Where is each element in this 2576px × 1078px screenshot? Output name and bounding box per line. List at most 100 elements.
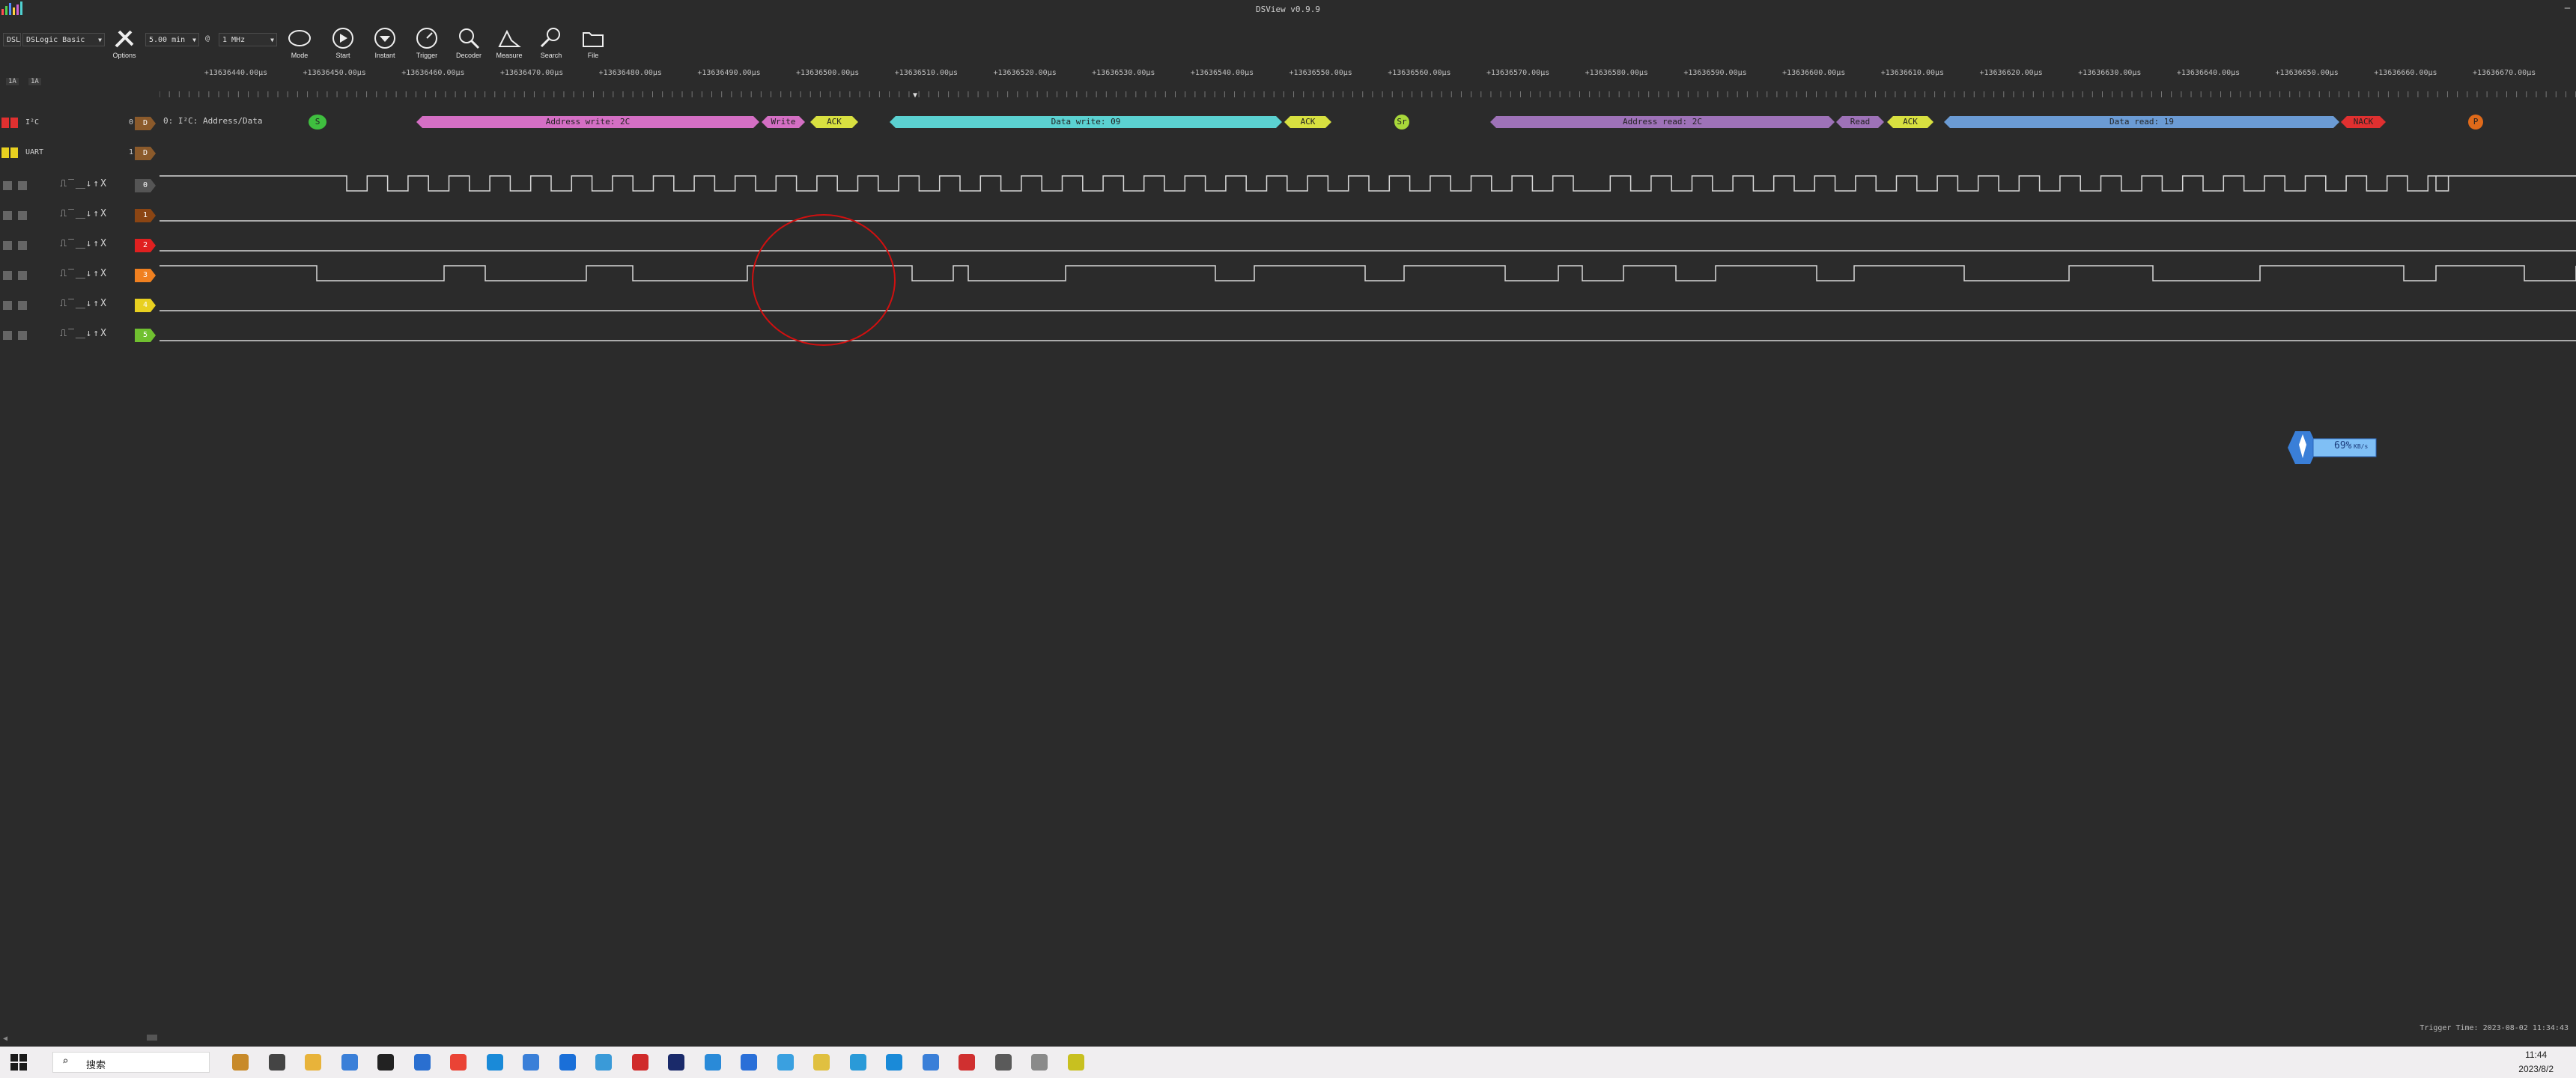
duration-select[interactable]: 5.00 min ▼ <box>145 33 199 46</box>
taskbar-app-icon[interactable] <box>232 1054 249 1071</box>
taskbar-app-icon[interactable] <box>994 1054 1012 1071</box>
taskbar-app-icon[interactable] <box>341 1054 358 1071</box>
i2c-annotation[interactable]: NACK <box>2341 116 2386 128</box>
channel-handle[interactable] <box>3 271 12 280</box>
cursor-marker-icon[interactable]: ▼ <box>913 91 917 100</box>
decoder-row-i2c[interactable]: I²C 0 D <box>0 116 160 131</box>
chevron-down-icon: ▼ <box>98 37 102 43</box>
sidebar-toggle-b[interactable]: 1A <box>28 78 41 85</box>
channel-probe-icon[interactable] <box>18 301 27 310</box>
taskbar-search-placeholder: 搜索 <box>86 1059 106 1071</box>
taskbar-app-icon[interactable] <box>1067 1054 1084 1071</box>
taskbar-app-icon[interactable] <box>450 1054 467 1071</box>
time-ruler[interactable]: +13636440.00μs +13636450.00μs +13636460.00… <box>160 69 2576 102</box>
decoder-name: UART <box>25 148 44 156</box>
decoder-icon <box>459 28 480 49</box>
scroll-left-icon[interactable]: ◀ <box>3 1035 7 1043</box>
ruler-tick-label: +13636440.00μs <box>204 69 268 77</box>
trigger-edge-icons[interactable]: ⎍‾⎽↓↑X <box>60 298 108 309</box>
channel-probe-icon[interactable] <box>18 271 27 280</box>
start-button[interactable]: Start <box>322 25 364 61</box>
i2c-annotation[interactable]: Read <box>1836 116 1884 128</box>
waveform-view[interactable] <box>160 168 2576 348</box>
i2c-marker-s[interactable]: S <box>309 115 326 130</box>
trigger-edge-icons[interactable]: ⎍‾⎽↓↑X <box>60 178 108 189</box>
taskbar-search-input[interactable]: ⌕ 搜索 <box>52 1052 210 1073</box>
i2c-annotation[interactable]: ACK <box>1284 116 1331 128</box>
i2c-annotation[interactable]: ACK <box>1887 116 1933 128</box>
i2c-annotation[interactable]: ACK <box>810 116 858 128</box>
ruler-tick-label: +13636490.00μs <box>697 69 761 77</box>
i2c-annotation[interactable]: Data read: 19 <box>1944 116 2339 128</box>
taskbar-app-icon[interactable] <box>741 1054 757 1071</box>
channel-handle[interactable] <box>3 301 12 310</box>
decoder-color-swatch <box>10 147 18 158</box>
i2c-marker-p[interactable]: P <box>2468 115 2483 130</box>
i2c-annotation[interactable]: Write <box>762 116 805 128</box>
i2c-annotation[interactable]: Address read: 2C <box>1490 116 1835 128</box>
trigger-edge-icons[interactable]: ⎍‾⎽↓↑X <box>60 208 108 219</box>
measure-button[interactable]: Measure <box>488 25 530 61</box>
sidebar-toggle-a[interactable]: 1A <box>6 78 19 85</box>
taskbar-app-icon[interactable] <box>704 1054 721 1071</box>
taskbar-app-icon[interactable] <box>595 1054 612 1071</box>
speed-percent: 69% <box>2334 440 2352 451</box>
taskbar-clock[interactable]: 11:44 2023/8/2 <box>2518 1048 2554 1077</box>
decoder-row-uart[interactable]: UART 1 D <box>0 146 160 161</box>
taskbar-app-icon[interactable] <box>959 1054 975 1071</box>
instant-button[interactable]: Instant <box>364 25 406 61</box>
trigger-edge-icons[interactable]: ⎍‾⎽↓↑X <box>60 238 108 249</box>
channel-probe-icon[interactable] <box>18 331 27 340</box>
taskbar-app-icon[interactable] <box>559 1054 576 1071</box>
channel-probe-icon[interactable] <box>18 241 27 250</box>
channel-row-0[interactable]: ⎍‾⎽↓↑X 0 <box>0 177 160 195</box>
taskbar-app-icon[interactable] <box>523 1054 539 1071</box>
channel-probe-icon[interactable] <box>18 181 27 190</box>
decoder-button[interactable]: Decoder <box>448 25 490 61</box>
channel-handle[interactable] <box>3 181 12 190</box>
network-speed-widget[interactable]: 69% KB/s <box>2288 427 2378 469</box>
taskbar-app-icon[interactable] <box>849 1054 866 1071</box>
taskbar-app-icon[interactable] <box>668 1054 684 1071</box>
channel-probe-icon[interactable] <box>18 211 27 220</box>
clock-time: 11:44 <box>2525 1050 2548 1060</box>
channel-handle[interactable] <box>3 331 12 340</box>
mode-button[interactable]: Mode <box>279 25 321 61</box>
taskbar-app-icon[interactable] <box>922 1054 939 1071</box>
channel-row-3[interactable]: ⎍‾⎽↓↑X 3 <box>0 267 160 284</box>
decoder-color-swatch <box>1 118 9 128</box>
taskbar-app-icon[interactable] <box>377 1054 394 1071</box>
taskbar-app-icon[interactable] <box>631 1054 648 1071</box>
channel-handle[interactable] <box>3 241 12 250</box>
taskbar-app-icon[interactable] <box>413 1054 431 1071</box>
taskbar-app-icon[interactable] <box>305 1054 321 1071</box>
i2c-annotation[interactable]: Address write: 2C <box>416 116 759 128</box>
taskbar-app-icon[interactable] <box>268 1054 285 1071</box>
file-button[interactable]: File <box>572 25 614 61</box>
trigger-button[interactable]: Trigger <box>406 25 448 61</box>
device-select[interactable]: DSLogic Basic ▼ <box>22 33 105 46</box>
trigger-edge-icons[interactable]: ⎍‾⎽↓↑X <box>60 328 108 339</box>
trigger-edge-icons[interactable]: ⎍‾⎽↓↑X <box>60 268 108 279</box>
options-button[interactable]: Options <box>103 25 145 61</box>
windows-start-icon[interactable] <box>10 1054 27 1071</box>
taskbar-app-icon[interactable] <box>486 1054 503 1071</box>
taskbar-app-icon[interactable] <box>777 1054 794 1071</box>
i2c-annotation[interactable]: Data write: 09 <box>890 116 1282 128</box>
channel-row-4[interactable]: ⎍‾⎽↓↑X 4 <box>0 296 160 314</box>
duration-value: 5.00 min <box>149 36 186 44</box>
taskbar-app-icon[interactable] <box>886 1054 902 1071</box>
samplerate-select[interactable]: 1 MHz ▼ <box>219 33 277 46</box>
channel-row-1[interactable]: ⎍‾⎽↓↑X 1 <box>0 207 160 225</box>
channel-handle[interactable] <box>3 211 12 220</box>
channel-row-5[interactable]: ⎍‾⎽↓↑X 5 <box>0 326 160 344</box>
search-button[interactable]: Search <box>530 25 572 61</box>
channel-row-2[interactable]: ⎍‾⎽↓↑X 2 <box>0 237 160 255</box>
taskbar-app-icon[interactable] <box>1031 1054 1048 1071</box>
channel-badge: 2 <box>135 239 156 252</box>
taskbar-app-icon[interactable] <box>813 1054 830 1071</box>
i2c-marker-sr[interactable]: Sr <box>1394 115 1409 130</box>
scrollbar-handle[interactable] <box>147 1035 157 1041</box>
ruler-tick-label: +13636670.00μs <box>2472 69 2536 77</box>
window-close-icon[interactable]: ─ <box>2565 3 2570 13</box>
